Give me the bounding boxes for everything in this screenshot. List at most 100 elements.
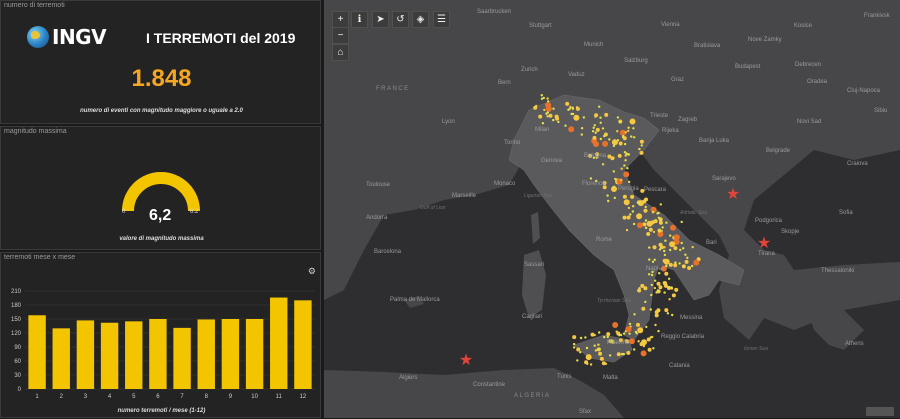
earthquake-marker[interactable] — [631, 210, 635, 213]
earthquake-marker[interactable] — [637, 288, 642, 293]
earthquake-marker[interactable] — [663, 291, 666, 294]
earthquake-marker[interactable] — [622, 215, 627, 220]
earthquake-marker[interactable] — [639, 342, 644, 347]
earthquake-marker[interactable] — [608, 354, 612, 357]
earthquake-marker[interactable] — [586, 355, 589, 358]
earthquake-marker[interactable] — [552, 118, 555, 122]
earthquake-marker[interactable] — [636, 222, 643, 229]
earthquake-marker[interactable] — [636, 201, 640, 204]
earthquake-marker[interactable] — [659, 203, 662, 206]
earthquake-marker[interactable] — [598, 331, 601, 334]
earthquake-marker[interactable] — [622, 136, 627, 141]
earthquake-marker[interactable] — [623, 164, 626, 167]
bar[interactable] — [149, 319, 167, 389]
earthquake-marker[interactable] — [541, 122, 545, 125]
earthquake-marker[interactable] — [601, 163, 605, 166]
earthquake-marker[interactable] — [658, 285, 663, 290]
earthquake-marker[interactable] — [639, 139, 644, 144]
earthquake-marker[interactable] — [628, 322, 632, 326]
earthquake-marker[interactable] — [592, 135, 597, 140]
earthquake-marker[interactable] — [624, 159, 627, 162]
earthquake-marker[interactable] — [582, 116, 586, 119]
earthquake-marker[interactable] — [612, 185, 616, 188]
earthquake-marker[interactable] — [644, 300, 647, 304]
earthquake-marker[interactable] — [575, 106, 580, 111]
earthquake-marker[interactable] — [679, 248, 682, 252]
earthquake-marker[interactable] — [611, 139, 618, 146]
earthquake-marker[interactable] — [682, 247, 685, 250]
earthquake-marker[interactable] — [665, 221, 668, 224]
earthquake-marker[interactable] — [664, 308, 669, 313]
earthquake-marker[interactable] — [618, 121, 622, 124]
earthquake-marker[interactable] — [540, 97, 544, 101]
earthquake-marker[interactable] — [651, 260, 655, 263]
earthquake-marker[interactable] — [659, 218, 663, 222]
earthquake-marker[interactable] — [546, 115, 549, 118]
earthquake-marker[interactable] — [555, 116, 560, 121]
bar[interactable] — [245, 319, 264, 389]
earthquake-marker[interactable] — [640, 283, 645, 288]
earthquake-marker[interactable] — [657, 329, 660, 333]
earthquake-marker[interactable] — [632, 127, 635, 130]
earthquake-marker[interactable] — [638, 147, 641, 151]
earthquake-marker[interactable] — [636, 322, 640, 327]
earthquake-marker[interactable] — [661, 226, 664, 229]
earthquake-marker[interactable] — [584, 336, 587, 339]
earthquake-marker[interactable] — [686, 256, 689, 259]
earthquake-marker[interactable] — [646, 232, 651, 236]
earthquake-marker[interactable] — [648, 227, 653, 232]
earthquake-marker[interactable] — [604, 112, 609, 117]
bar[interactable] — [173, 327, 191, 389]
major-quake-star-icon[interactable]: ★ — [726, 186, 740, 203]
earthquake-marker[interactable] — [691, 264, 694, 268]
bar[interactable] — [221, 319, 240, 389]
earthquake-marker[interactable] — [643, 208, 648, 213]
earthquake-marker[interactable] — [626, 350, 631, 355]
earthquake-marker[interactable] — [586, 362, 589, 365]
earthquake-marker[interactable] — [657, 211, 660, 215]
earthquake-marker[interactable] — [590, 332, 595, 337]
earthquake-marker[interactable] — [618, 141, 623, 146]
earthquake-marker[interactable] — [640, 144, 643, 147]
earthquake-map[interactable]: ★ ★ ★ + − ⌂ ℹ ➤ ↺ ◈ ☰ FRANCE ALGERIA Saarb… — [324, 0, 900, 418]
earthquake-marker[interactable] — [622, 194, 627, 199]
earthquake-marker[interactable] — [669, 241, 676, 248]
earthquake-marker[interactable] — [580, 127, 584, 130]
bar[interactable] — [270, 297, 288, 389]
earthquake-marker[interactable] — [627, 126, 630, 129]
earthquake-marker[interactable] — [570, 112, 573, 116]
earthquake-marker[interactable] — [674, 261, 677, 264]
earthquake-marker[interactable] — [663, 253, 667, 257]
earthquake-marker[interactable] — [627, 206, 631, 210]
earthquake-marker[interactable] — [636, 213, 643, 220]
earthquake-marker[interactable] — [691, 245, 694, 249]
earthquake-marker[interactable] — [599, 121, 602, 125]
earthquake-marker[interactable] — [656, 281, 661, 286]
info-button[interactable]: ℹ — [351, 11, 368, 28]
earthquake-marker[interactable] — [572, 346, 576, 349]
earthquake-marker[interactable] — [670, 286, 673, 289]
earthquake-marker[interactable] — [644, 219, 648, 222]
earthquake-marker[interactable] — [669, 248, 672, 252]
bar[interactable] — [52, 328, 70, 389]
earthquake-marker[interactable] — [603, 335, 606, 339]
earthquake-marker[interactable] — [589, 177, 593, 180]
earthquake-marker[interactable] — [632, 205, 635, 208]
earthquake-marker[interactable] — [548, 113, 553, 118]
earthquake-marker[interactable] — [543, 108, 546, 112]
earthquake-marker[interactable] — [579, 336, 583, 340]
earthquake-marker[interactable] — [653, 286, 657, 290]
earthquake-marker[interactable] — [637, 327, 644, 334]
earthquake-marker[interactable] — [673, 246, 678, 251]
earthquake-marker[interactable] — [649, 336, 652, 339]
earthquake-marker[interactable] — [670, 224, 676, 231]
earthquake-marker[interactable] — [687, 266, 692, 270]
earthquake-marker[interactable] — [593, 124, 596, 127]
earthquake-marker[interactable] — [594, 131, 597, 134]
earthquake-marker[interactable] — [668, 286, 671, 289]
bar[interactable] — [100, 322, 119, 389]
earthquake-marker[interactable] — [637, 340, 640, 343]
earthquake-marker[interactable] — [680, 241, 683, 245]
earthquake-marker[interactable] — [633, 348, 636, 351]
earthquake-marker[interactable] — [668, 298, 671, 301]
